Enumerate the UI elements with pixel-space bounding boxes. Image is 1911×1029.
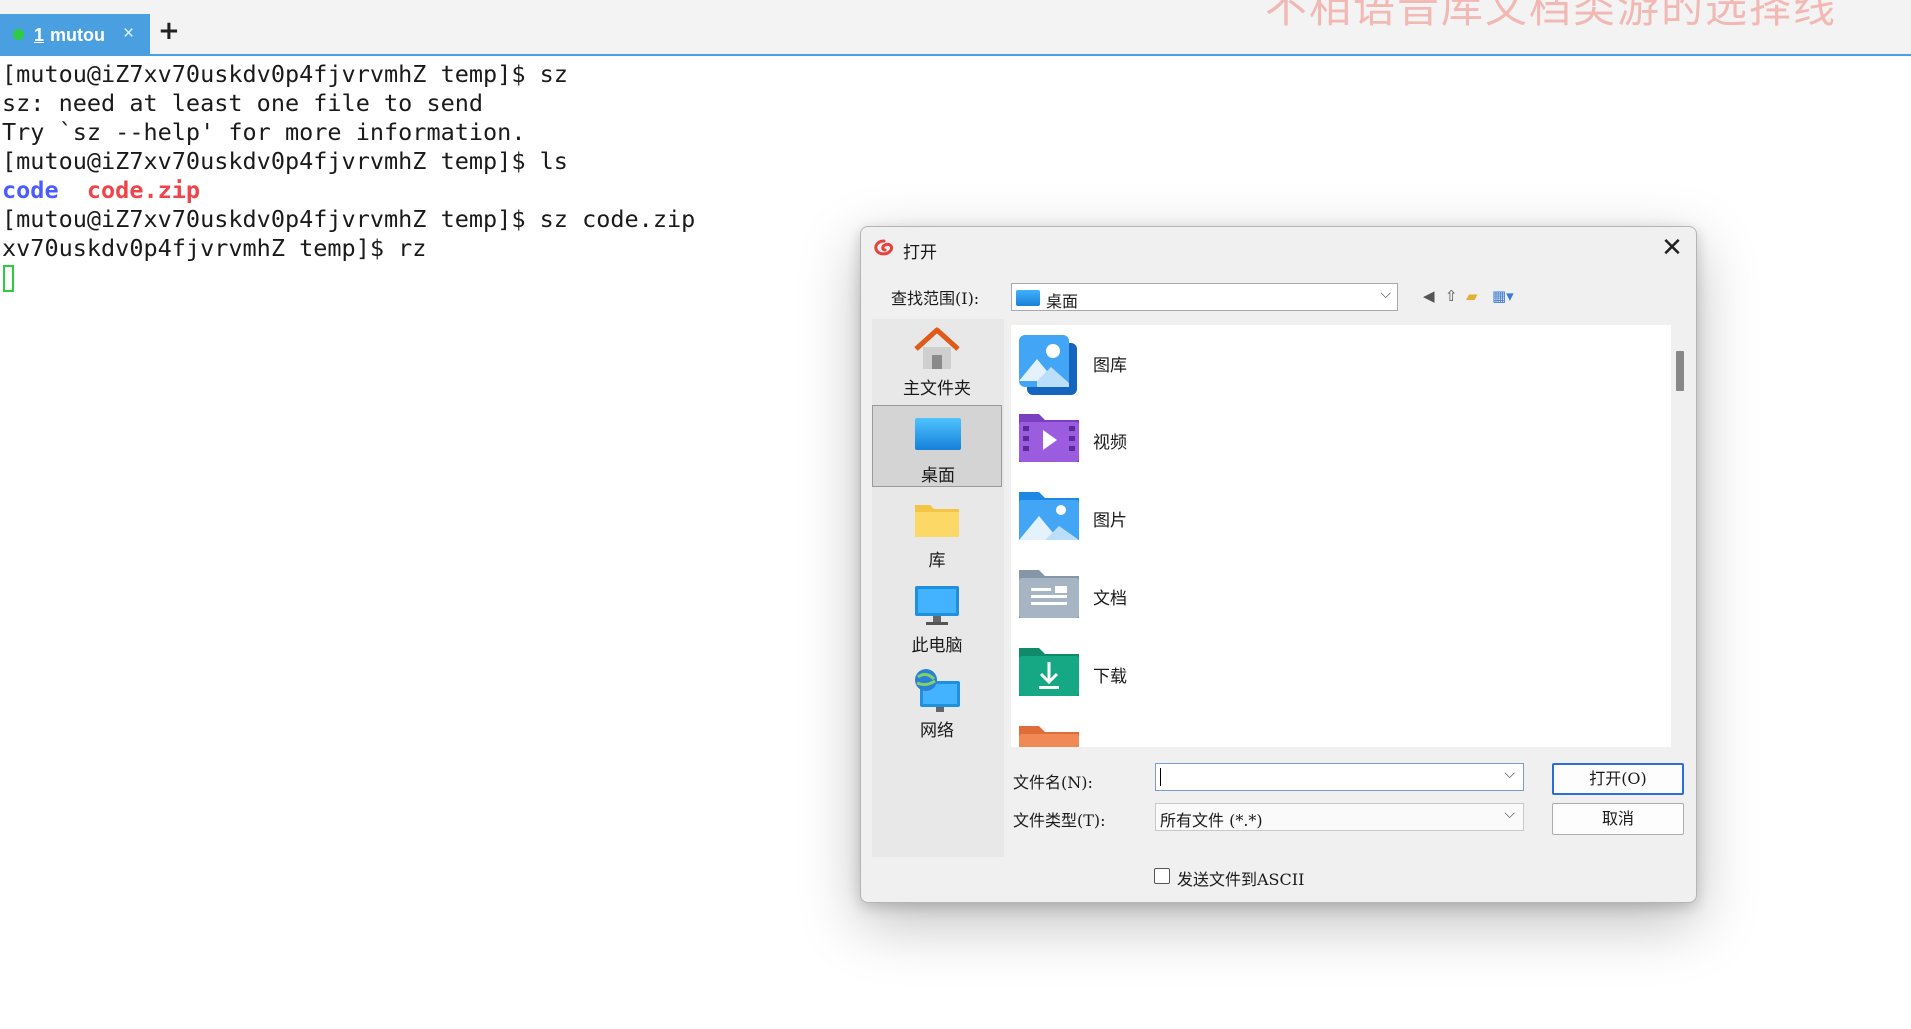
places-bar: 主文件夹 桌面 库 此电脑 网络 bbox=[872, 319, 1004, 857]
tab-label: mutou bbox=[50, 25, 105, 45]
place-label: 桌面 bbox=[921, 466, 955, 486]
library-folder-icon bbox=[915, 505, 959, 537]
list-item-gallery[interactable]: 图库 bbox=[1011, 327, 1311, 403]
scrollbar-thumb[interactable] bbox=[1676, 351, 1684, 391]
look-in-dropdown[interactable]: 桌面 ⌵ bbox=[1011, 283, 1398, 311]
file-list-scrollbar[interactable] bbox=[1673, 325, 1687, 747]
filename-input[interactable]: ⌵ bbox=[1155, 763, 1524, 791]
file-label: 文档 bbox=[1093, 589, 1127, 609]
tab-session-mutou[interactable]: 1 mutou × bbox=[0, 14, 150, 56]
ls-entry-dir: code bbox=[2, 176, 59, 204]
place-libraries[interactable]: 库 bbox=[872, 491, 1002, 573]
cancel-button[interactable]: 取消 bbox=[1552, 803, 1684, 835]
tab-close-icon[interactable]: × bbox=[123, 23, 134, 45]
place-label: 库 bbox=[928, 551, 946, 571]
terminal-line: [mutou@iZ7xv70uskdv0p4fjvrvmhZ temp]$ ls bbox=[2, 147, 568, 175]
computer-icon bbox=[915, 586, 959, 625]
terminal-line: xv70uskdv0p4fjvrvmhZ temp]$ rz bbox=[2, 234, 427, 262]
text-caret bbox=[1160, 768, 1161, 786]
chevron-down-icon: ⌵ bbox=[1380, 286, 1391, 302]
terminal-line: [mutou@iZ7xv70uskdv0p4fjvrvmhZ temp]$ sz… bbox=[2, 205, 696, 233]
documents-folder-icon bbox=[1019, 570, 1079, 618]
desktop-icon bbox=[915, 418, 961, 450]
dialog-title: 打开 bbox=[903, 243, 937, 263]
folder-icon bbox=[1019, 726, 1079, 747]
filename-label: 文件名(N): bbox=[1013, 773, 1093, 792]
look-in-label: 查找范围(I): bbox=[891, 289, 980, 308]
list-item-videos[interactable]: 视频 bbox=[1011, 404, 1311, 480]
chevron-down-icon[interactable]: ⌵ bbox=[1504, 766, 1515, 782]
home-icon bbox=[914, 327, 960, 369]
file-label: 图片 bbox=[1093, 511, 1127, 531]
open-file-dialog: 打开 ✕ 查找范围(I): 桌面 ⌵ ◀ ⇧ ▰ ▦▾ 主文件夹 桌面 库 此电… bbox=[860, 226, 1697, 903]
dialog-close-icon[interactable]: ✕ bbox=[1657, 233, 1687, 263]
file-list[interactable]: 图库 视频 图片 文档 下载 bbox=[1011, 325, 1671, 747]
up-folder-icon[interactable]: ⇧ bbox=[1445, 287, 1458, 305]
app-swirl-icon bbox=[874, 239, 893, 256]
downloads-folder-icon bbox=[1019, 648, 1079, 696]
connection-status-icon bbox=[13, 29, 24, 40]
file-label: 图库 bbox=[1093, 356, 1127, 376]
place-label: 网络 bbox=[920, 721, 954, 741]
network-icon bbox=[915, 669, 960, 712]
desktop-icon bbox=[1016, 290, 1040, 306]
dialog-titlebar[interactable]: 打开 ✕ bbox=[861, 227, 1696, 269]
filetype-label: 文件类型(T): bbox=[1013, 811, 1106, 830]
place-label: 此电脑 bbox=[911, 636, 963, 656]
terminal-line: sz: need at least one file to send bbox=[2, 89, 484, 117]
ls-entry-archive: code.zip bbox=[86, 176, 201, 204]
open-button[interactable]: 打开(O) bbox=[1552, 763, 1684, 795]
tab-number: 1 bbox=[34, 25, 45, 45]
terminal-cursor bbox=[3, 265, 14, 292]
list-item-downloads[interactable]: 下载 bbox=[1011, 638, 1311, 714]
send-ascii-label[interactable]: 发送文件到ASCII bbox=[1177, 866, 1304, 890]
terminal-line: Try `sz --help' for more information. bbox=[2, 118, 526, 146]
look-in-value: 桌面 bbox=[1046, 292, 1079, 311]
file-label: 下载 bbox=[1093, 667, 1127, 687]
place-this-pc[interactable]: 此电脑 bbox=[872, 576, 1002, 658]
list-item-pictures[interactable]: 图片 bbox=[1011, 482, 1311, 558]
pictures-folder-icon bbox=[1019, 492, 1079, 540]
place-desktop[interactable]: 桌面 bbox=[872, 405, 1002, 487]
new-folder-icon[interactable]: ▰ bbox=[1466, 287, 1478, 305]
list-item-documents[interactable]: 文档 bbox=[1011, 560, 1311, 636]
gallery-icon bbox=[1019, 335, 1077, 395]
view-menu-icon[interactable]: ▦▾ bbox=[1492, 287, 1514, 305]
terminal-line: [mutou@iZ7xv70uskdv0p4fjvrvmhZ temp]$ sz bbox=[2, 60, 568, 88]
place-network[interactable]: 网络 bbox=[872, 661, 1002, 743]
file-label: 视频 bbox=[1093, 433, 1127, 453]
filetype-dropdown[interactable]: 所有文件 (*.*) ⌵ bbox=[1155, 803, 1524, 831]
list-item-partial[interactable] bbox=[1011, 716, 1311, 747]
videos-folder-icon bbox=[1019, 414, 1079, 462]
filetype-value: 所有文件 (*.*) bbox=[1160, 811, 1263, 830]
overlay-caption: 不相语音库文档类游的选择线 bbox=[1265, 0, 1838, 32]
back-icon[interactable]: ◀ bbox=[1423, 287, 1435, 305]
place-label: 主文件夹 bbox=[903, 379, 971, 399]
send-ascii-checkbox[interactable] bbox=[1154, 868, 1170, 884]
new-tab-button[interactable]: + bbox=[158, 18, 180, 44]
chevron-down-icon: ⌵ bbox=[1504, 806, 1515, 822]
ls-output-line: code code.zip bbox=[2, 176, 200, 205]
place-home[interactable]: 主文件夹 bbox=[872, 319, 1002, 401]
tab-bar: 1 mutou × + 不相语音库文档类游的选择线 bbox=[0, 0, 1911, 56]
